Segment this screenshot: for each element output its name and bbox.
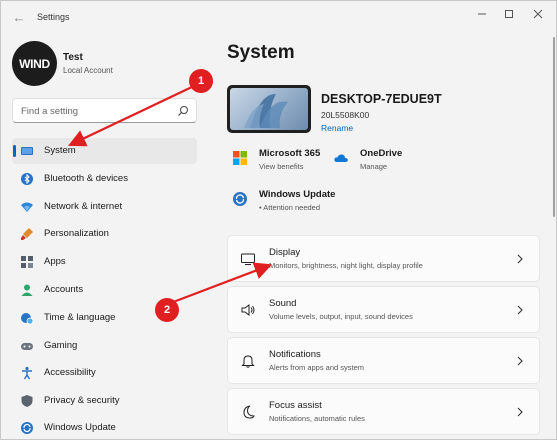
card-notifications[interactable]: Notifications Alerts from apps and syste… <box>227 337 540 384</box>
chevron-right-icon <box>517 407 523 417</box>
update-icon <box>233 192 247 206</box>
sidebar-item-apps[interactable]: Apps <box>12 249 197 275</box>
tile-subtitle: Manage <box>360 162 388 171</box>
card-subtitle: Notifications, automatic rules <box>269 414 365 423</box>
tile-microsoft-365[interactable]: Microsoft 365 View benefits <box>232 148 327 176</box>
scrollbar[interactable] <box>553 37 555 217</box>
card-title: Notifications <box>269 349 321 360</box>
rename-link[interactable]: Rename <box>321 123 353 133</box>
brush-icon <box>21 228 33 240</box>
speaker-icon <box>241 304 255 316</box>
card-title: Sound <box>269 298 297 309</box>
annotation-badge-2: 2 <box>155 298 179 322</box>
tile-subtitle: • Attention needed <box>259 203 321 212</box>
device-model: 20L5508K00 <box>321 110 370 120</box>
search-box[interactable] <box>12 98 197 123</box>
device-name: DESKTOP-7EDUE9T <box>321 92 442 106</box>
sidebar-item-label: Privacy & security <box>44 395 120 406</box>
close-icon[interactable] <box>527 7 549 21</box>
chevron-right-icon <box>517 356 523 366</box>
sidebar-item-label: Network & internet <box>44 201 123 212</box>
card-title: Focus assist <box>269 400 322 411</box>
update-icon <box>21 422 33 434</box>
monitor-icon <box>21 147 33 155</box>
sidebar-item-label: Personalization <box>44 228 109 239</box>
minimize-icon[interactable] <box>471 7 493 21</box>
account-type: Local Account <box>63 66 113 75</box>
gamepad-icon <box>21 343 33 350</box>
maximize-icon[interactable] <box>498 7 520 21</box>
annotation-badge-1: 1 <box>189 69 213 93</box>
page-title: System <box>227 42 295 63</box>
sidebar-item-privacy[interactable]: Privacy & security <box>12 388 197 414</box>
settings-window: ← Settings WIND Test Local Account Syste… <box>0 0 557 440</box>
sidebar-item-label: Accessibility <box>44 367 96 378</box>
chevron-right-icon <box>517 254 523 264</box>
wifi-icon <box>21 202 33 212</box>
bell-icon <box>241 355 255 368</box>
card-focus-assist[interactable]: Focus assist Notifications, automatic ru… <box>227 388 540 435</box>
wallpaper-bloom-icon <box>244 93 288 128</box>
user-name: Test <box>63 52 83 63</box>
sidebar-item-windows-update[interactable]: Windows Update <box>12 415 197 440</box>
sidebar-item-personalization[interactable]: Personalization <box>12 221 197 247</box>
chevron-right-icon <box>517 305 523 315</box>
tile-windows-update[interactable]: Windows Update • Attention needed <box>232 189 352 217</box>
card-title: Display <box>269 247 301 258</box>
active-indicator <box>13 145 16 157</box>
sidebar-item-label: Windows Update <box>44 422 116 433</box>
sidebar-item-gaming[interactable]: Gaming <box>12 333 197 359</box>
title-bar: ← Settings <box>1 1 557 35</box>
cloud-icon <box>334 154 348 162</box>
sidebar-item-accessibility[interactable]: Accessibility <box>12 360 197 386</box>
card-subtitle: Alerts from apps and system <box>269 363 365 372</box>
back-arrow-icon[interactable]: ← <box>11 10 27 26</box>
globe-clock-icon <box>21 313 34 325</box>
card-display[interactable]: Display Monitors, brightness, night ligh… <box>227 235 540 282</box>
display-icon <box>241 253 255 265</box>
sidebar-item-bluetooth[interactable]: Bluetooth & devices <box>12 166 197 192</box>
apps-icon <box>21 256 33 268</box>
search-icon[interactable] <box>177 105 189 117</box>
tile-title: OneDrive <box>360 148 403 159</box>
tile-onedrive[interactable]: OneDrive Manage <box>333 148 428 176</box>
moon-icon <box>243 405 255 419</box>
sidebar-item-label: Gaming <box>44 340 78 351</box>
avatar[interactable]: WIND <box>12 41 57 86</box>
search-input[interactable] <box>21 104 171 118</box>
device-image <box>227 85 311 133</box>
sidebar-item-label: Apps <box>44 256 66 267</box>
shield-icon <box>21 395 33 407</box>
sidebar-item-label: Bluetooth & devices <box>44 173 128 184</box>
sidebar-item-label: Accounts <box>44 284 84 295</box>
card-sound[interactable]: Sound Volume levels, output, input, soun… <box>227 286 540 333</box>
tile-subtitle: View benefits <box>259 162 304 171</box>
tile-title: Windows Update <box>259 189 336 200</box>
window-title: Settings <box>37 12 70 22</box>
bluetooth-icon <box>21 173 33 185</box>
microsoft-logo-icon <box>233 151 247 165</box>
tile-title: Microsoft 365 <box>259 148 321 159</box>
sidebar-item-system[interactable]: System <box>12 138 197 164</box>
accessibility-icon <box>22 366 32 380</box>
sidebar-item-label: Time & language <box>44 312 116 323</box>
sidebar-item-label: System <box>44 145 76 156</box>
sidebar-item-network[interactable]: Network & internet <box>12 194 197 220</box>
card-subtitle: Monitors, brightness, night light, displ… <box>269 261 423 270</box>
person-icon <box>21 284 33 296</box>
card-subtitle: Volume levels, output, input, sound devi… <box>269 312 413 321</box>
